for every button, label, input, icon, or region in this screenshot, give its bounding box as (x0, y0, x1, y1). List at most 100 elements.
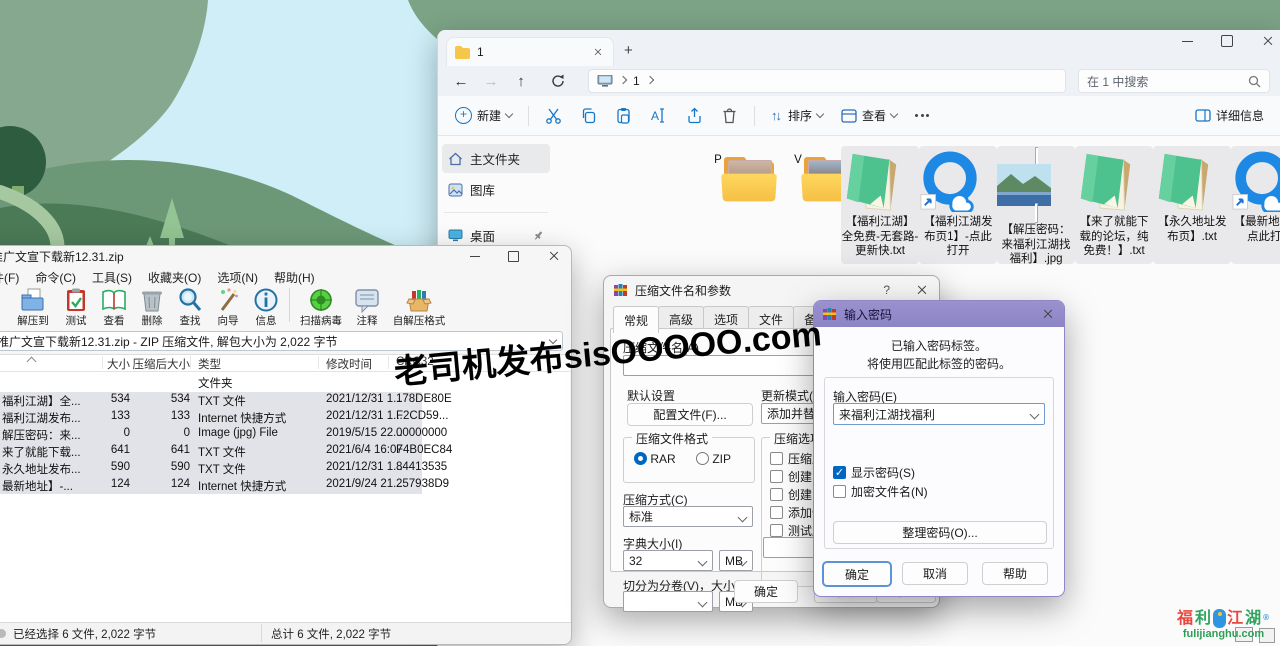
new-button[interactable]: + 新建 (448, 102, 519, 129)
close-icon[interactable] (547, 249, 561, 263)
paste-button[interactable] (608, 102, 639, 129)
delete-icon (139, 287, 165, 313)
sort-button[interactable]: ↑↓ 排序 (764, 102, 830, 129)
close-icon[interactable] (915, 283, 929, 297)
file-tile[interactable]: 【最新地址】-点此打开 (1231, 146, 1280, 264)
sidebar-item-label: 图库 (470, 180, 495, 199)
delete-button[interactable]: 删除 (133, 286, 171, 328)
menu-tools[interactable]: 工具(S) (85, 268, 139, 286)
back-icon[interactable]: ← (446, 73, 476, 90)
up-icon[interactable]: ↑ (506, 73, 536, 90)
format-group-label: 压缩文件格式 (632, 430, 712, 447)
details-pane-button[interactable]: 详细信息 (1188, 102, 1271, 129)
minimize-icon[interactable] (1182, 41, 1193, 42)
table-row[interactable]: 解压密码：来... 0 0 Image (jpg) File 2019/5/15… (0, 426, 422, 443)
delete-label: 删除 (142, 313, 163, 328)
winrar-toolbar: 添加 解压到 测试 查看 删除 查找 (0, 286, 571, 328)
test-button[interactable]: 测试 (57, 286, 95, 328)
help-button[interactable]: 帮助 (982, 562, 1048, 585)
menu-file[interactable]: 文件(F) (0, 268, 26, 286)
forward-icon[interactable]: → (476, 73, 506, 90)
tab-close-icon[interactable] (593, 47, 604, 58)
show-password-checkbox[interactable]: ✓显示密码(S) (833, 464, 1045, 481)
maximize-icon[interactable] (1221, 35, 1233, 47)
split-size-select[interactable] (623, 591, 713, 612)
ok-button[interactable]: 确定 (734, 580, 798, 603)
add-button[interactable]: 添加 (0, 286, 9, 328)
file-tile[interactable]: 【福利江湖发布页1】-点此打开 (919, 146, 997, 264)
format-zip-radio[interactable]: ZIP (696, 452, 731, 466)
format-rar-radio[interactable]: RAR (634, 452, 676, 466)
cell-name: 最新地址】-... (2, 478, 73, 494)
breadcrumb-item[interactable]: 1 (633, 74, 640, 88)
sfx-button[interactable]: 自解压格式 (386, 286, 452, 328)
help-icon[interactable]: ? (883, 283, 890, 297)
view-button[interactable]: 查看 (834, 102, 904, 129)
cell-crc: 84413535 (396, 461, 447, 473)
file-tile[interactable]: V (759, 146, 837, 264)
organize-passwords-button[interactable]: 整理密码(O)... (833, 521, 1047, 544)
profiles-button[interactable]: 配置文件(F)... (627, 403, 753, 426)
table-row[interactable]: 福利江湖发布... 133 133 Internet 快捷方式 2021/12/… (0, 409, 422, 426)
comment-label: 注释 (357, 313, 378, 328)
scan-virus-button[interactable]: 扫描病毒 (294, 286, 348, 328)
column-type[interactable]: 类型 (198, 356, 221, 372)
column-modified[interactable]: 修改时间 (326, 356, 372, 372)
cancel-button[interactable]: 取消 (902, 562, 968, 585)
breadcrumb[interactable]: 1 (588, 69, 1066, 93)
copy-button[interactable] (573, 102, 604, 129)
menu-help[interactable]: 帮助(H) (267, 268, 322, 286)
close-icon[interactable] (1261, 34, 1275, 48)
method-select[interactable]: 标准 (623, 506, 753, 527)
search-input[interactable]: 在 1 中搜索 (1078, 69, 1270, 93)
explorer-tab[interactable]: 1 (446, 37, 614, 66)
file-tile[interactable]: 【永久地址发布页】.txt (1153, 146, 1231, 264)
more-icon (915, 114, 929, 117)
cell-modified: 2021/12/31 1... (326, 410, 403, 422)
file-tile[interactable]: 【解压密码：来福利江湖找福利】.jpg (997, 146, 1075, 264)
sidebar-item-gallery[interactable]: 图库 (442, 175, 550, 204)
maximize-icon[interactable] (508, 251, 519, 262)
more-button[interactable] (908, 109, 936, 122)
dict-unit-select[interactable]: MB (719, 550, 753, 571)
cell-modified: 2021/12/31 1... (326, 461, 403, 473)
rename-icon: A (650, 107, 668, 124)
rename-button[interactable]: A (643, 102, 675, 129)
table-row[interactable]: 来了就能下载... 641 641 TXT 文件 2021/6/4 16:07 … (0, 443, 422, 460)
table-row[interactable]: 最新地址】-... 124 124 Internet 快捷方式 2021/9/2… (0, 477, 422, 494)
file-tile[interactable]: 【福利江湖】全免费-无套路-更新快.txt (841, 146, 919, 264)
menu-commands[interactable]: 命令(C) (28, 268, 83, 286)
password-group: 输入密码(E) 来福利江湖找福利 ✓显示密码(S) 加密文件名(N) 整理密码(… (824, 377, 1054, 549)
column-packed[interactable]: 压缩后大小 (124, 356, 190, 372)
minimize-icon[interactable] (470, 256, 480, 257)
delete-button[interactable] (714, 102, 745, 129)
password-input[interactable]: 来福利江湖找福利 (833, 403, 1045, 425)
new-tab-button[interactable]: + (624, 42, 633, 59)
view-button[interactable]: 查看 (95, 286, 133, 328)
info-button[interactable]: 信息 (247, 286, 285, 328)
close-icon[interactable] (1041, 307, 1055, 321)
menu-options[interactable]: 选项(N) (210, 268, 265, 286)
wizard-button[interactable]: 向导 (209, 286, 247, 328)
find-button[interactable]: 查找 (171, 286, 209, 328)
dict-select[interactable]: 32 (623, 550, 713, 571)
file-tile[interactable]: P (679, 146, 757, 264)
column-size[interactable]: 大小 (64, 356, 130, 372)
comment-button[interactable]: 注释 (348, 286, 386, 328)
share-button[interactable] (679, 102, 710, 129)
file-tile[interactable]: 【来了就能下载的论坛，纯免费！】.txt (1075, 146, 1153, 264)
encrypt-names-checkbox[interactable]: 加密文件名(N) (833, 483, 1045, 500)
cut-button[interactable] (538, 102, 569, 129)
table-row[interactable]: 永久地址发布... 590 590 TXT 文件 2021/12/31 1...… (0, 460, 422, 477)
explorer-tab-bar: 1 + (438, 30, 1280, 66)
refresh-icon[interactable] (543, 73, 573, 89)
ok-button[interactable]: 确定 (822, 561, 892, 587)
home-icon (448, 152, 463, 166)
sidebar-item-home[interactable]: 主文件夹 (442, 144, 550, 173)
file-label: 【永久地址发布页】.txt (1153, 215, 1231, 244)
details-pane-icon (1195, 109, 1211, 122)
menu-favorites[interactable]: 收藏夹(O) (141, 268, 208, 286)
extract-to-button[interactable]: 解压到 (9, 286, 57, 328)
table-row[interactable]: 福利江湖】全... 534 534 TXT 文件 2021/12/31 1...… (0, 392, 422, 409)
winrar-title-bar: 推广文宣下载新12.31.zip (0, 246, 571, 266)
